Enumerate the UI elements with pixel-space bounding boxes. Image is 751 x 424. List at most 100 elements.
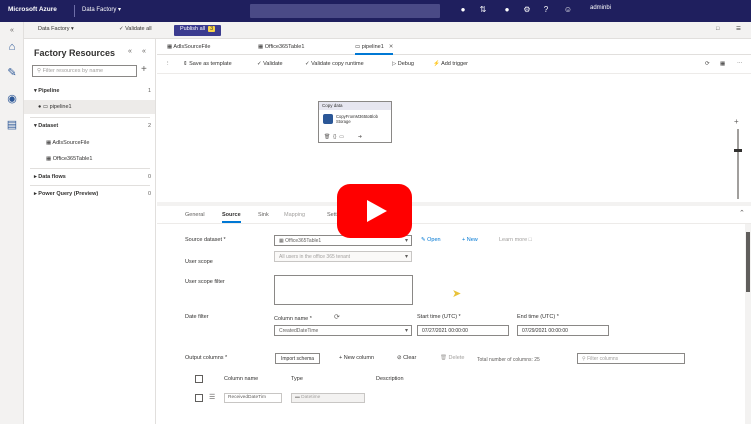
column-name-label: Column name * (274, 316, 312, 322)
close-icon[interactable]: ✕ (389, 44, 394, 50)
validate-copy-runtime-button[interactable]: ✓ Validate copy runtime (305, 61, 364, 67)
pipeline-canvas[interactable]: Copy data CopyFromM365toBlob Storage 🗑 {… (157, 74, 751, 202)
hide-panel-icon[interactable]: « (142, 48, 146, 55)
import-schema-button[interactable]: Import schema (275, 353, 321, 364)
tree-group-data-flows[interactable]: ▸ Data flows 0 (24, 170, 155, 184)
scrollbar-thumb[interactable] (746, 232, 750, 292)
factory-resources-panel: Factory Resources « « ⚲ Filter resources… (24, 39, 156, 424)
top-bar: Microsoft Azure Data Factory ▾ ● ⇅ ● ⚙ ?… (0, 0, 751, 22)
more-icon[interactable]: ⋯ (737, 61, 743, 67)
form-scrollbar[interactable] (745, 224, 751, 424)
code-view-icon[interactable]: ▦ (720, 61, 725, 67)
copy-data-icon (323, 114, 333, 124)
collapse-icon[interactable]: « (5, 24, 19, 38)
activity-header: Copy data (319, 102, 391, 110)
zoom-knob[interactable] (734, 149, 742, 152)
settings-icon[interactable]: ⚙ (522, 5, 532, 15)
debug-button[interactable]: ▷ Debug (392, 61, 414, 67)
column-name-cell[interactable]: ReceivedDateTim (224, 393, 282, 403)
source-properties-form: Source dataset * ▦ Office365Table1 ▾ ✎ Op… (157, 224, 751, 424)
home-icon[interactable]: ⌂ (5, 40, 19, 54)
tab-pipeline1[interactable]: ▭ pipeline1 ✕ (355, 39, 394, 55)
breadcrumb[interactable]: Data Factory ▾ (82, 6, 121, 13)
tree-group-power-query[interactable]: ▸ Power Query (Preview) 0 (24, 187, 155, 201)
tab-source[interactable]: Source (222, 212, 241, 223)
publish-count-badge: 3 (208, 26, 216, 32)
refresh-icon[interactable]: ⟳ (334, 313, 340, 321)
panel-title: Factory Resources (34, 48, 116, 58)
alerts-icon[interactable]: ● (502, 5, 512, 15)
collapse-all-icon[interactable]: « (128, 48, 132, 55)
tab-sink[interactable]: Sink (258, 212, 269, 218)
add-trigger-button[interactable]: ⚡ Add trigger (433, 61, 468, 67)
zoom-slider[interactable]: + (734, 117, 742, 199)
tree-item-office365table1[interactable]: ▦ Office365Table1 (24, 152, 155, 166)
search-input[interactable] (250, 4, 440, 18)
factory-selector[interactable]: Data Factory ▾ (38, 26, 74, 32)
learn-more-link[interactable]: Learn more □ (499, 237, 532, 243)
drag-handle-icon[interactable]: ☰ (209, 393, 215, 401)
new-column-button[interactable]: + New column (339, 355, 374, 361)
copy-data-activity[interactable]: Copy data CopyFromM365toBlob Storage 🗑 {… (318, 101, 392, 143)
publish-all-button[interactable]: Publish all 3 (174, 25, 222, 36)
filter-resources-input[interactable]: ⚲ Filter resources by name (32, 65, 137, 77)
divider (30, 117, 150, 118)
column-name-header: Column name (224, 376, 259, 382)
filter-columns-input[interactable]: ⚲ Filter columns (577, 353, 685, 364)
tab-adlssourcefile[interactable]: ▦ AdlsSourceFile (167, 39, 210, 55)
feedback-icon[interactable]: ⇅ (478, 5, 488, 15)
tab-mapping[interactable]: Mapping (284, 212, 305, 218)
start-time-input[interactable]: 07/27/2021 00:00:00 (417, 325, 509, 336)
clear-button[interactable]: ⊘ Clear (397, 355, 416, 361)
notifications-icon[interactable]: ● (458, 5, 468, 15)
divider (30, 185, 150, 186)
video-play-button[interactable] (337, 184, 412, 238)
help-icon[interactable]: ? (541, 5, 551, 15)
divider (30, 168, 150, 169)
delete-button[interactable]: 🗑 Delete (440, 355, 464, 361)
divider (74, 5, 75, 17)
user-scope-select[interactable]: All users in the office 365 tenant ▾ (274, 251, 412, 262)
monitor-icon[interactable]: ◉ (5, 92, 19, 106)
activity-actions[interactable]: 🗑 {} ▭ ➜ (324, 134, 362, 140)
tree-item-pipeline1[interactable]: ● ▭ pipeline1 (24, 100, 155, 114)
row-checkbox[interactable] (195, 394, 203, 402)
total-columns-text: Total number of columns: 25 (477, 357, 540, 363)
manage-toolbox-icon[interactable]: ▤ (5, 118, 19, 132)
code-icon[interactable]: □ (716, 26, 719, 32)
user-name[interactable]: adminbi (590, 5, 611, 11)
output-columns-label: Output columns * (185, 355, 228, 361)
account-icon[interactable]: ☺ (563, 5, 573, 15)
new-dataset-link[interactable]: + New (462, 237, 478, 243)
play-icon[interactable] (337, 184, 412, 238)
column-name-select[interactable]: CreatedDateTime ▾ (274, 325, 412, 336)
collapse-panel-icon[interactable]: ⌃ (739, 209, 745, 217)
factory-command-bar: Data Factory ▾ ✓ Validate all Publish al… (24, 22, 751, 39)
refresh-icon[interactable]: ⟳ (705, 61, 710, 67)
zoom-in-icon[interactable]: + (734, 117, 739, 126)
date-filter-label: Date filter (185, 314, 209, 320)
tree-group-pipeline[interactable]: ▾ Pipeline 1 (24, 84, 155, 98)
description-header: Description (376, 376, 404, 382)
start-time-label: Start time (UTC) * (417, 314, 461, 320)
column-type-cell[interactable]: ▬ Datetime (291, 393, 365, 403)
user-scope-filter-input[interactable] (274, 275, 413, 305)
tree-item-adlssourcefile[interactable]: ▦ AdlsSourceFile (24, 136, 155, 150)
validate-all-button[interactable]: ✓ Validate all (119, 26, 152, 32)
pipeline-toolbar: ⋮ ⇕ Save as template ✓ Validate ✓ Valida… (157, 56, 751, 74)
select-all-checkbox[interactable] (195, 375, 203, 383)
user-scope-label: User scope (185, 259, 213, 265)
activity-name: CopyFromM365toBlob Storage (336, 114, 378, 124)
brand-label[interactable]: Microsoft Azure (8, 6, 57, 13)
properties-icon[interactable]: ☰ (736, 26, 741, 32)
validate-button[interactable]: ✓ Validate (257, 61, 283, 67)
expand-icon[interactable]: ⋮ (165, 61, 171, 67)
tree-group-dataset[interactable]: ▾ Dataset 2 (24, 119, 155, 133)
save-as-template-button[interactable]: ⇕ Save as template (183, 61, 232, 67)
open-dataset-link[interactable]: ✎ Open (421, 237, 441, 243)
author-pencil-icon[interactable]: ✎ (5, 66, 19, 80)
tab-office365table1[interactable]: ▦ Office365Table1 (258, 39, 304, 55)
tab-general[interactable]: General (185, 212, 205, 218)
add-resource-button[interactable]: + (141, 64, 147, 75)
end-time-input[interactable]: 07/29/2021 00:00:00 (517, 325, 609, 336)
